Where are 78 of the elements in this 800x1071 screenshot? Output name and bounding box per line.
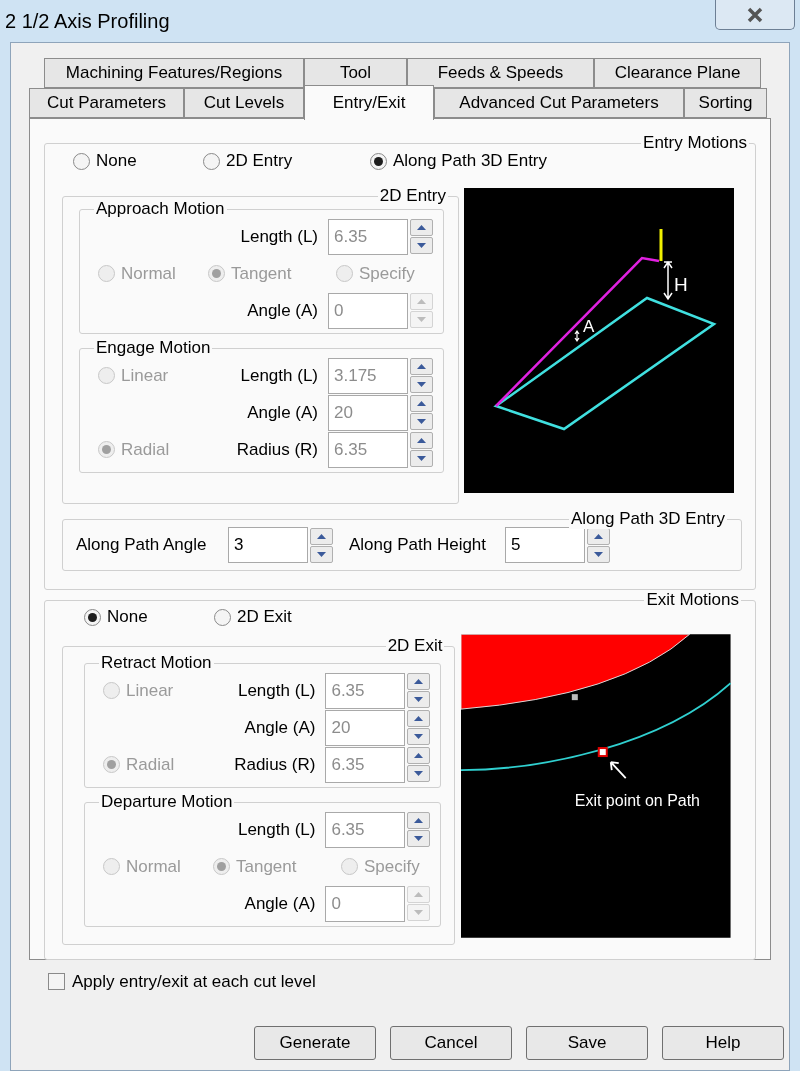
- close-icon: [746, 6, 764, 23]
- tab[interactable]: Sorting: [684, 88, 767, 118]
- up-triangle-icon: [317, 533, 326, 539]
- tab[interactable]: Tool: [304, 58, 407, 88]
- group-title: Departure Motion: [99, 792, 235, 812]
- down-triangle-icon: [317, 551, 326, 557]
- down-triangle-icon: [414, 697, 424, 702]
- down-triangle-icon: [417, 243, 426, 248]
- down-triangle-icon: [417, 382, 426, 387]
- group-title: Approach Motion: [94, 199, 227, 219]
- up-triangle-icon: [417, 299, 426, 304]
- field-label: Radius (R): [236, 438, 319, 461]
- window-title: 2 1/2 Axis Profiling: [4, 9, 170, 34]
- tab[interactable]: Feeds & Speeds: [407, 58, 594, 88]
- dialog-button[interactable]: Help: [662, 1025, 784, 1060]
- up-triangle-icon: [414, 753, 424, 758]
- dialog-button[interactable]: Cancel: [390, 1025, 512, 1060]
- number-field[interactable]: 5: [505, 527, 585, 563]
- up-triangle-icon: [414, 818, 424, 823]
- height-label: H: [674, 274, 688, 295]
- radio-button[interactable]: 2D Entry: [203, 148, 370, 174]
- field-label: Length (L): [237, 679, 317, 702]
- up-triangle-icon: [414, 892, 424, 897]
- tool-line: [659, 229, 663, 261]
- tab[interactable]: Advanced Cut Parameters: [434, 88, 684, 118]
- angle-arrow: [574, 329, 580, 343]
- field-label: Angle (A): [247, 299, 319, 322]
- spin-down-button[interactable]: [310, 545, 333, 563]
- spin-up-button[interactable]: [310, 527, 333, 545]
- radio-button[interactable]: 2D Exit: [214, 604, 292, 630]
- exit-point-caption: Exit point on Path: [575, 791, 701, 809]
- field-label: Angle (A): [247, 401, 319, 424]
- down-triangle-icon: [414, 734, 424, 739]
- down-triangle-icon: [417, 456, 426, 461]
- up-triangle-icon: [417, 401, 426, 406]
- field-label: Along Path Height: [349, 534, 488, 557]
- dialog-button[interactable]: Generate: [254, 1025, 376, 1060]
- field-label: Angle (A): [244, 892, 317, 915]
- down-triangle-icon: [594, 551, 603, 557]
- down-triangle-icon: [414, 836, 424, 841]
- close-button[interactable]: [715, 0, 795, 30]
- group-title: Along Path 3D Entry: [568, 509, 727, 529]
- up-triangle-icon: [417, 438, 426, 443]
- tab[interactable]: Cut Parameters: [29, 88, 184, 118]
- field-label: Along Path Angle: [76, 534, 208, 557]
- group-title: Engage Motion: [94, 338, 213, 358]
- up-triangle-icon: [414, 679, 424, 684]
- number-field[interactable]: 3: [228, 527, 308, 563]
- checkbox[interactable]: Apply entry/exit at each cut level: [48, 969, 316, 995]
- exit-point-marker: [598, 747, 609, 758]
- field-label: Length (L): [240, 364, 319, 387]
- up-triangle-icon: [414, 716, 424, 721]
- radio-button[interactable]: None: [73, 148, 203, 174]
- angle-label: A: [583, 317, 595, 336]
- down-triangle-icon: [414, 910, 424, 915]
- tab[interactable]: Clearance Plane: [594, 58, 761, 88]
- up-triangle-icon: [417, 225, 426, 230]
- down-triangle-icon: [417, 419, 426, 424]
- field-label: Angle (A): [244, 716, 317, 739]
- edge-point: [572, 694, 579, 701]
- tab[interactable]: Cut Levels: [184, 88, 304, 118]
- field-label: Radius (R): [234, 753, 317, 776]
- tab[interactable]: Entry/Exit: [304, 85, 434, 120]
- tab[interactable]: Machining Features/Regions: [44, 58, 304, 88]
- pointer-arrow: [610, 761, 628, 779]
- down-triangle-icon: [414, 771, 424, 776]
- height-dimension-arrow: [663, 260, 673, 301]
- field-label: Length (L): [240, 225, 319, 248]
- radio-button[interactable]: None: [84, 604, 214, 630]
- dialog-button[interactable]: Save: [526, 1025, 648, 1060]
- radio-button[interactable]: Along Path 3D Entry: [370, 148, 548, 174]
- group-title: Entry Motions: [641, 133, 749, 153]
- spin-down-button[interactable]: [587, 545, 610, 563]
- field-label: Length (L): [237, 818, 317, 841]
- up-triangle-icon: [417, 364, 426, 369]
- down-triangle-icon: [417, 317, 426, 322]
- group-title: 2D Entry: [377, 186, 448, 206]
- up-triangle-icon: [594, 533, 603, 539]
